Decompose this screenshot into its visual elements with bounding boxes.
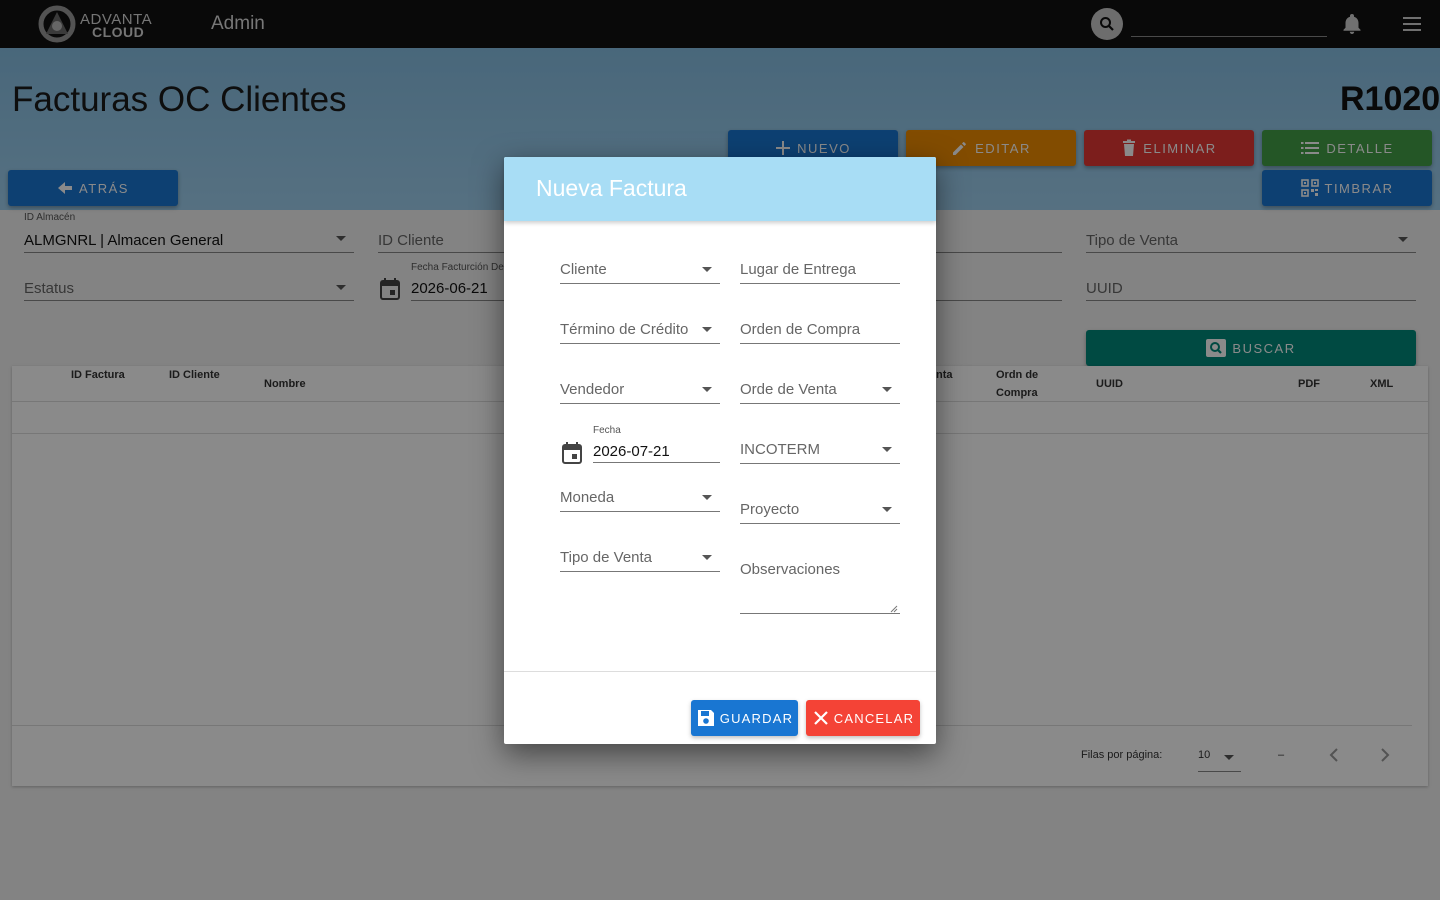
calendar-icon[interactable] [562,442,582,464]
purchase-order-field[interactable]: Orden de Compra [740,319,900,345]
dialog-header: Nueva Factura [504,157,936,221]
chevron-down-icon [702,387,712,392]
sales-order-placeholder: Orde de Venta [740,381,837,398]
new-invoice-dialog: Nueva Factura Cliente Término de Crédito… [504,157,936,744]
purchase-order-placeholder: Orden de Compra [740,321,861,338]
chevron-down-icon [882,507,892,512]
currency-placeholder: Moneda [560,489,615,506]
credit-term-select[interactable]: Término de Crédito [560,319,720,345]
delivery-place-placeholder: Lugar de Entrega [740,261,856,278]
observations-textarea[interactable]: Observaciones [740,559,900,615]
date-value: 2026-07-21 [593,443,670,460]
save-button-label: GUARDAR [719,710,794,726]
sales-order-select[interactable]: Orde de Venta [740,379,900,405]
client-select[interactable]: Cliente [560,259,720,285]
close-icon [814,711,828,725]
chevron-down-icon [882,387,892,392]
chevron-down-icon [702,495,712,500]
sale-type-dialog-placeholder: Tipo de Venta [560,549,653,566]
seller-select[interactable]: Vendedor [560,379,720,405]
client-placeholder: Cliente [560,261,607,278]
seller-placeholder: Vendedor [560,381,625,398]
date-label: Fecha [593,425,621,436]
currency-select[interactable]: Moneda [560,487,720,513]
chevron-down-icon [702,555,712,560]
resize-handle-icon[interactable] [890,605,898,613]
incoterm-placeholder: INCOTERM [740,441,820,458]
incoterm-select[interactable]: INCOTERM [740,439,900,465]
chevron-down-icon [702,327,712,332]
cancel-button[interactable]: CANCELAR [806,700,920,736]
project-select[interactable]: Proyecto [740,499,900,525]
date-field[interactable]: Fecha 2026-07-21 [560,423,720,465]
save-icon [697,710,714,726]
credit-term-placeholder: Término de Crédito [560,321,689,338]
chevron-down-icon [702,267,712,272]
save-button[interactable]: GUARDAR [691,700,798,736]
chevron-down-icon [882,447,892,452]
dialog-title: Nueva Factura [536,175,687,201]
delivery-place-field[interactable]: Lugar de Entrega [740,259,900,285]
sale-type-dialog-select[interactable]: Tipo de Venta [560,547,720,573]
project-placeholder: Proyecto [740,501,800,518]
cancel-button-label: CANCELAR [833,710,915,726]
observations-placeholder: Observaciones [740,561,841,578]
